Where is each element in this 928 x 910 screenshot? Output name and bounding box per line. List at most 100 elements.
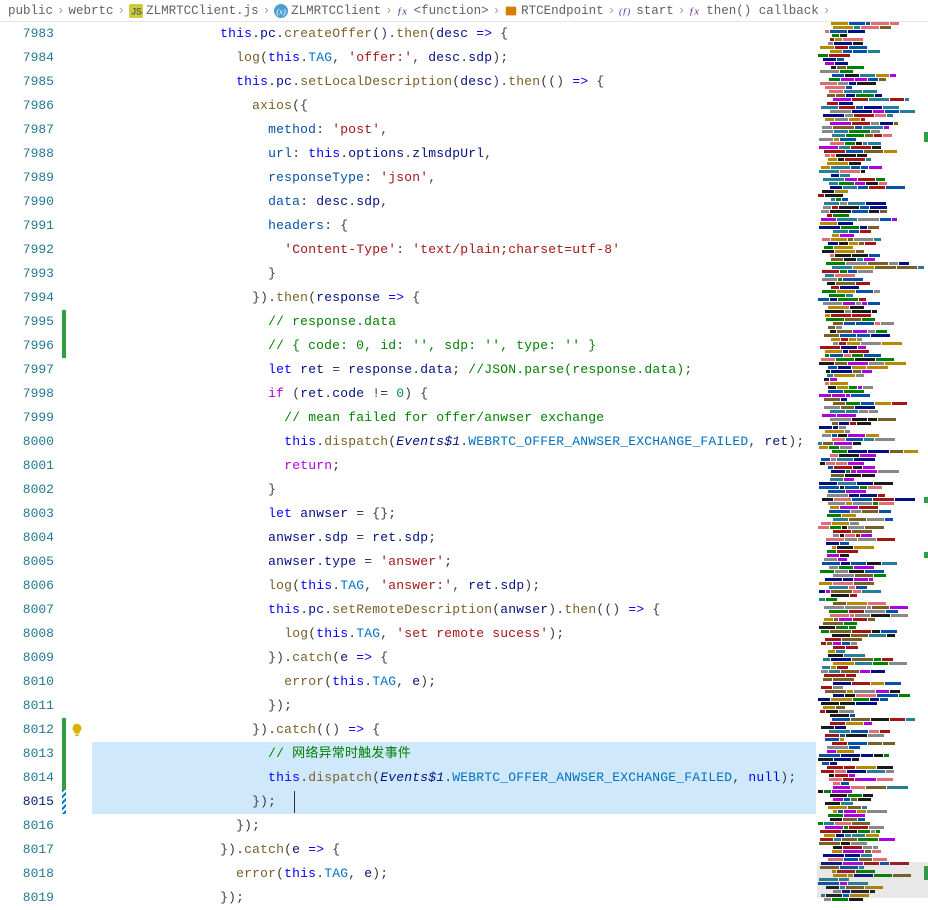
code-line[interactable]: log(this.TAG, 'set remote sucess'); <box>92 622 816 646</box>
token-const: WEBRTC_OFFER_ANWSER_EXCHANGE_FAILED <box>452 770 732 785</box>
line-number[interactable]: 8015 <box>0 790 54 814</box>
code-line[interactable]: return; <box>92 454 816 478</box>
minimap-line <box>817 466 928 469</box>
line-number[interactable]: 7991 <box>0 214 54 238</box>
code-line[interactable]: } <box>92 478 816 502</box>
code-line[interactable]: anwser.sdp = ret.sdp; <box>92 526 816 550</box>
lightbulb-icon[interactable] <box>70 723 84 737</box>
minimap-viewport[interactable] <box>817 862 928 898</box>
line-number[interactable]: 8001 <box>0 454 54 478</box>
code-line[interactable]: // 网络异常时触发事件 <box>92 742 816 766</box>
line-number[interactable]: 8016 <box>0 814 54 838</box>
glyph-margin[interactable] <box>66 22 88 909</box>
breadcrumb-item[interactable]: JSZLMRTCClient.js <box>129 4 259 18</box>
line-number[interactable]: 7983 <box>0 22 54 46</box>
code-line[interactable]: this.dispatch(Events$1.WEBRTC_OFFER_ANWS… <box>92 430 816 454</box>
glyph-cell <box>66 22 88 46</box>
code-line[interactable]: this.pc.setRemoteDescription(anwser).the… <box>92 598 816 622</box>
code-line[interactable]: let ret = response.data; //JSON.parse(re… <box>92 358 816 382</box>
token-punc: ( <box>292 578 300 593</box>
breadcrumb-item[interactable]: ƒx<function> <box>397 4 489 18</box>
code-line[interactable]: error(this.TAG, e); <box>92 862 816 886</box>
minimap[interactable] <box>816 22 928 909</box>
code-line[interactable]: log(this.TAG, 'offer:', desc.sdp); <box>92 46 816 70</box>
code-line[interactable]: }); <box>92 694 816 718</box>
line-number[interactable]: 7990 <box>0 190 54 214</box>
breadcrumb[interactable]: public›webrtc›JSZLMRTCClient.js›(x)ZLMRT… <box>0 0 928 22</box>
code-line[interactable]: method: 'post', <box>92 118 816 142</box>
minimap-line <box>817 366 928 369</box>
token-var: pc <box>276 74 292 89</box>
breadcrumb-item[interactable]: public <box>8 4 53 18</box>
code-line[interactable]: this.pc.setLocalDescription(desc).then((… <box>92 70 816 94</box>
line-number[interactable]: 8002 <box>0 478 54 502</box>
code-line[interactable]: }).catch(e => { <box>92 646 816 670</box>
code-line[interactable]: headers: { <box>92 214 816 238</box>
code-line[interactable]: log(this.TAG, 'answer:', ret.sdp); <box>92 574 816 598</box>
line-number[interactable]: 8019 <box>0 886 54 910</box>
line-number[interactable]: 8008 <box>0 622 54 646</box>
code-line[interactable]: }).catch(() => { <box>92 718 816 742</box>
line-number[interactable]: 7996 <box>0 334 54 358</box>
line-number[interactable]: 8010 <box>0 670 54 694</box>
line-number[interactable]: 8009 <box>0 646 54 670</box>
code-line[interactable]: this.pc.createOffer().then(desc => { <box>92 22 816 46</box>
breadcrumb-item[interactable]: (ƒ)start <box>619 4 674 18</box>
line-number[interactable]: 7993 <box>0 262 54 286</box>
code-line[interactable]: url: this.options.zlmsdpUrl, <box>92 142 816 166</box>
code-line[interactable]: } <box>92 262 816 286</box>
line-number[interactable]: 8005 <box>0 550 54 574</box>
breadcrumb-item[interactable]: (x)ZLMRTCClient <box>274 4 381 18</box>
code-line[interactable]: }).then(response => { <box>92 286 816 310</box>
code-line[interactable]: error(this.TAG, e); <box>92 670 816 694</box>
breadcrumb-item[interactable]: ƒxthen() callback <box>689 4 819 18</box>
code-line[interactable]: // response.data <box>92 310 816 334</box>
code-line[interactable]: // { code: 0, id: '', sdp: '', type: '' … <box>92 334 816 358</box>
code-area[interactable]: this.pc.createOffer().then(desc => { log… <box>88 22 816 909</box>
line-number[interactable]: 7992 <box>0 238 54 262</box>
line-number-gutter[interactable]: 7983798479857986798779887989799079917992… <box>0 22 62 909</box>
line-number[interactable]: 8017 <box>0 838 54 862</box>
line-number[interactable]: 8004 <box>0 526 54 550</box>
line-number[interactable]: 8000 <box>0 430 54 454</box>
line-number[interactable]: 7989 <box>0 166 54 190</box>
code-line[interactable]: anwser.type = 'answer'; <box>92 550 816 574</box>
line-number[interactable]: 7985 <box>0 70 54 94</box>
code-line[interactable]: }).catch(e => { <box>92 838 816 862</box>
glyph-cell[interactable] <box>66 718 88 742</box>
code-line[interactable]: }); <box>92 886 816 910</box>
code-line[interactable]: this.dispatch(Events$1.WEBRTC_OFFER_ANWS… <box>92 766 816 790</box>
line-number[interactable]: 8011 <box>0 694 54 718</box>
line-number[interactable]: 8014 <box>0 766 54 790</box>
token-str: 'Content-Type' <box>284 242 396 257</box>
breadcrumb-item[interactable]: webrtc <box>69 4 114 18</box>
token-punc: . <box>292 74 300 89</box>
glyph-cell <box>66 430 88 454</box>
line-number[interactable]: 8018 <box>0 862 54 886</box>
code-line[interactable]: 'Content-Type': 'text/plain;charset=utf-… <box>92 238 816 262</box>
line-number[interactable]: 7984 <box>0 46 54 70</box>
line-number[interactable]: 7999 <box>0 406 54 430</box>
line-number[interactable]: 7998 <box>0 382 54 406</box>
line-number[interactable]: 7994 <box>0 286 54 310</box>
code-line[interactable]: }); <box>92 790 816 814</box>
code-line[interactable]: if (ret.code != 0) { <box>92 382 816 406</box>
line-number[interactable]: 7995 <box>0 310 54 334</box>
code-line[interactable]: // mean failed for offer/anwser exchange <box>92 406 816 430</box>
line-number[interactable]: 7997 <box>0 358 54 382</box>
line-number[interactable]: 7986 <box>0 94 54 118</box>
line-number[interactable]: 8012 <box>0 718 54 742</box>
code-line[interactable]: axios({ <box>92 94 816 118</box>
line-number[interactable]: 8013 <box>0 742 54 766</box>
line-number[interactable]: 8006 <box>0 574 54 598</box>
code-line[interactable]: let anwser = {}; <box>92 502 816 526</box>
breadcrumb-item[interactable]: RTCEndpoint <box>504 4 604 18</box>
code-line[interactable]: data: desc.sdp, <box>92 190 816 214</box>
line-number[interactable]: 7988 <box>0 142 54 166</box>
line-number[interactable]: 7987 <box>0 118 54 142</box>
token-kw: => <box>628 602 644 617</box>
line-number[interactable]: 8003 <box>0 502 54 526</box>
line-number[interactable]: 8007 <box>0 598 54 622</box>
code-line[interactable]: }); <box>92 814 816 838</box>
code-line[interactable]: responseType: 'json', <box>92 166 816 190</box>
